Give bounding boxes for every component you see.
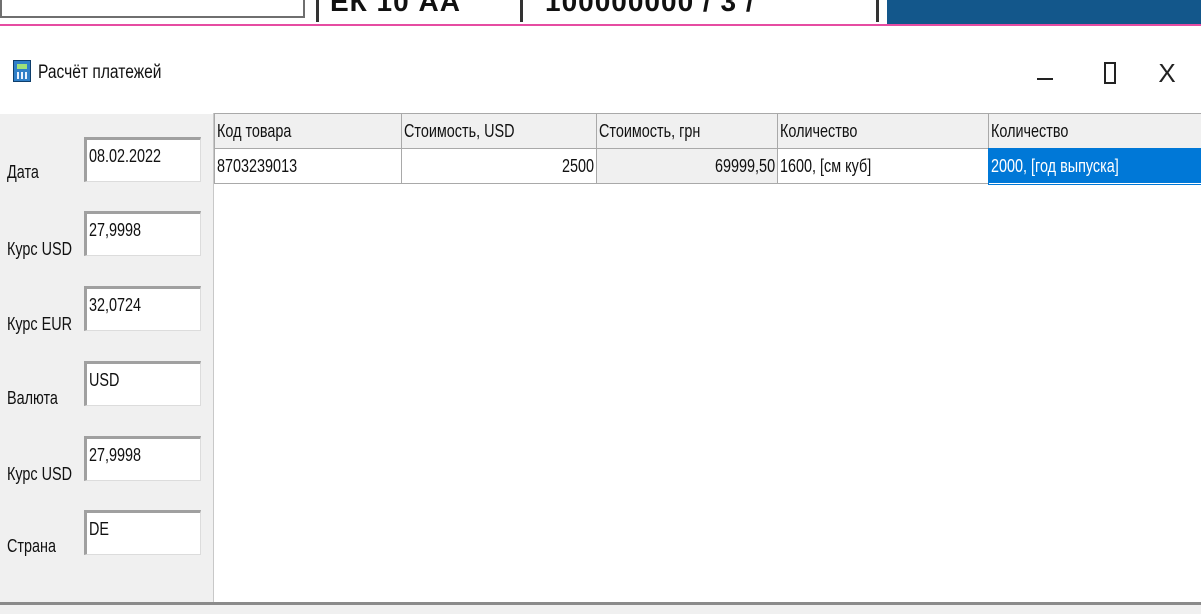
column-header-cost-usd[interactable]: Стоимость, USD [401,113,597,149]
date-field[interactable]: 08.02.2022 [84,137,201,182]
column-header-product-code[interactable]: Код товара [214,113,402,149]
usd-rate-field[interactable]: 27,9998 [84,211,201,256]
parameters-panel: Дата 08.02.2022 Курс USD 27,9998 Курс EU… [0,114,212,602]
column-header-quantity-2[interactable]: Количество [988,113,1201,149]
minimize-button[interactable] [1028,56,1062,90]
currency-rate-label: Курс USD [7,464,73,484]
country-field[interactable]: DE [84,510,201,555]
background-separator [316,0,319,22]
background-separator [520,0,523,22]
background-text-2: 100000000 / 3 / [545,0,755,17]
currency-rate-field[interactable]: 27,9998 [84,436,201,481]
cell-year-of-manufacture[interactable]: 2000, [год выпуска] [987,147,1201,185]
table-row[interactable]: 8703239013 2500 69999,50 1600, [см куб] … [214,147,1201,185]
background-window: ЕК 10 АА 100000000 / 3 / [0,0,1201,26]
title-bar[interactable]: Расчёт платежей X [0,26,1201,114]
eur-rate-label: Курс EUR [7,314,73,334]
status-bar [0,602,1201,614]
payment-calculation-window: Расчёт платежей X Дата 08.02.2022 Курс U… [0,26,1201,614]
background-separator [876,0,879,22]
date-label: Дата [7,162,39,182]
background-field-box [0,0,305,18]
close-button[interactable]: X [1150,56,1184,90]
cell-cost-uah[interactable]: 69999,50 [596,148,778,184]
window-title: Расчёт платежей [38,62,162,83]
eur-rate-field[interactable]: 32,0724 [84,286,201,331]
currency-field[interactable]: USD [84,361,201,406]
column-header-cost-uah[interactable]: Стоимость, грн [596,113,778,149]
cell-product-code[interactable]: 8703239013 [214,148,402,184]
window-body: Дата 08.02.2022 Курс USD 27,9998 Курс EU… [0,113,1201,602]
grid-header-row: Код товара Стоимость, USD Стоимость, грн… [214,113,1201,149]
goods-grid[interactable]: Код товара Стоимость, USD Стоимость, грн… [213,113,1201,602]
maximize-button[interactable] [1093,56,1127,90]
background-text-1: ЕК 10 АА [330,0,461,17]
currency-label: Валюта [7,388,58,408]
cell-engine-volume[interactable]: 1600, [см куб] [777,148,989,184]
cell-cost-usd[interactable]: 2500 [401,148,597,184]
usd-rate-label: Курс USD [7,239,73,259]
calculator-icon [13,60,31,82]
column-header-quantity-1[interactable]: Количество [777,113,989,149]
background-blue-bar [887,0,1201,26]
country-label: Страна [7,536,56,556]
